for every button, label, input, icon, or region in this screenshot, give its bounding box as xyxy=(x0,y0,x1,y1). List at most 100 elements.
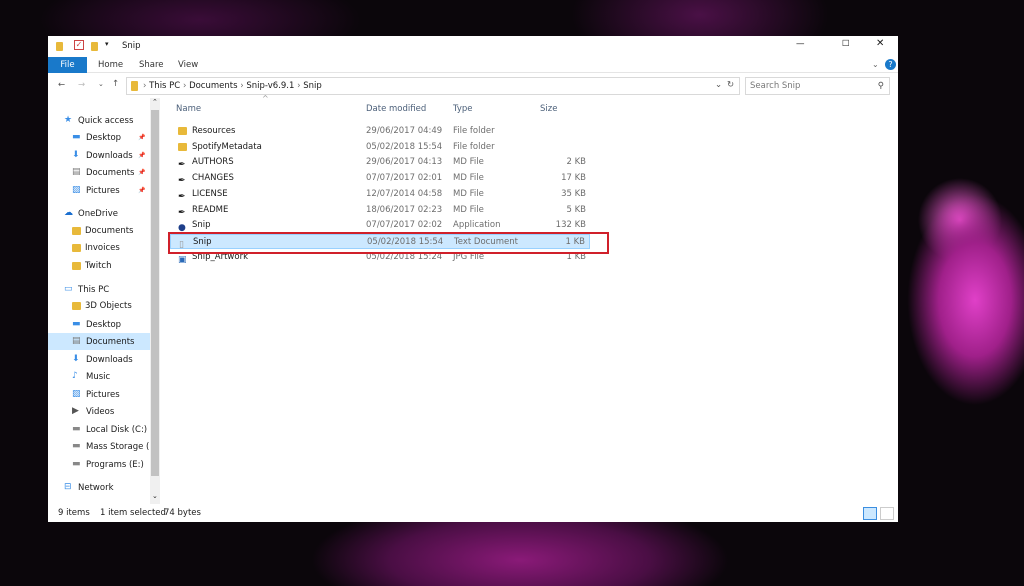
desktop-icon: ▬ xyxy=(72,132,81,142)
sidebar-item[interactable]: ▨ Pictures xyxy=(48,386,150,403)
sidebar-item[interactable]: ♪ Music xyxy=(48,368,150,385)
up-button[interactable]: ↑ xyxy=(112,79,119,89)
sidebar-item[interactable]: ▶ Videos xyxy=(48,403,150,420)
tab-home[interactable]: Home xyxy=(98,57,123,73)
new-folder-icon[interactable] xyxy=(91,42,98,51)
folder-icon xyxy=(72,243,81,252)
large-icons-view-button[interactable] xyxy=(880,507,894,520)
folder-icon xyxy=(72,226,81,235)
scroll-up-icon[interactable]: ⌃ xyxy=(152,98,158,106)
status-bar: 9 items 1 item selected 74 bytes xyxy=(48,505,898,522)
file-explorer-window: ✓ ▾ Snip — ☐ ✕ File Home Share View ⌄ ? … xyxy=(48,36,898,522)
close-button[interactable]: ✕ xyxy=(876,38,884,49)
scrollbar-thumb[interactable] xyxy=(151,110,159,476)
file-date: 07/07/2017 02:02 xyxy=(366,220,443,231)
file-row[interactable]: Resources 29/06/2017 04:49 File folder xyxy=(170,124,590,139)
videos-icon: ▶ xyxy=(72,406,79,416)
file-date: 12/07/2014 04:58 xyxy=(366,188,443,199)
properties-icon[interactable]: ✓ xyxy=(74,40,84,50)
file-size: 2 KB xyxy=(566,157,586,168)
file-row[interactable]: SpotifyMetadata 05/02/2018 15:54 File fold… xyxy=(170,140,590,155)
file-row[interactable]: ✒ README 18/06/2017 02:23 MD File 5 KB xyxy=(170,203,590,218)
address-dropdown-icon[interactable]: ⌄ xyxy=(715,80,722,90)
sidebar-item[interactable]: ▭ This PC xyxy=(48,281,150,298)
refresh-icon[interactable]: ↻ xyxy=(727,80,734,90)
sidebar-item[interactable]: Twitch xyxy=(48,258,150,275)
sidebar-item[interactable]: ⊟ Network xyxy=(48,479,150,496)
sidebar-item[interactable]: ▤ Documents xyxy=(48,333,150,350)
tab-file[interactable]: File xyxy=(48,57,87,73)
music-icon: ♪ xyxy=(72,371,78,381)
cloud-icon: ☁ xyxy=(64,208,73,218)
file-type: File folder xyxy=(453,141,495,152)
file-name: LICENSE xyxy=(192,188,228,199)
column-header-name[interactable]: Name xyxy=(176,104,201,114)
column-header-date-modified[interactable]: Date modified xyxy=(366,104,426,114)
file-row[interactable]: ✒ AUTHORS 29/06/2017 04:13 MD File 2 KB xyxy=(170,155,590,170)
sidebar-item[interactable]: ★ Quick access xyxy=(48,112,150,129)
help-icon[interactable]: ? xyxy=(885,59,896,70)
sidebar-item[interactable]: ▨ Pictures 📌 xyxy=(48,182,150,199)
sidebar-item-label: Twitch xyxy=(85,261,112,271)
quick-access-dropdown-icon[interactable]: ▾ xyxy=(105,40,109,48)
ribbon-tabs: File Home Share View ⌄ ? xyxy=(48,57,898,73)
sidebar-item[interactable]: ☁ OneDrive xyxy=(48,205,150,222)
breadcrumb-documents[interactable]: Documents xyxy=(189,81,237,91)
minimize-button[interactable]: — xyxy=(796,39,805,49)
sidebar-item-label: 3D Objects xyxy=(85,301,132,311)
sidebar-item-label: Network xyxy=(78,483,114,493)
file-row[interactable]: ✒ CHANGES 07/07/2017 02:01 MD File 17 KB xyxy=(170,171,590,186)
sidebar-item-label: Desktop xyxy=(86,320,122,330)
scroll-down-icon[interactable]: ⌄ xyxy=(152,492,158,500)
navigation-scrollbar[interactable]: ⌃ ⌄ xyxy=(150,98,160,504)
recent-locations-icon[interactable]: ⌄ xyxy=(98,80,104,88)
sidebar-item-label: Documents xyxy=(85,226,134,236)
file-row[interactable]: ✒ LICENSE 12/07/2014 04:58 MD File 35 KB xyxy=(170,187,590,202)
sidebar-item[interactable]: ▬ Mass Storage (D xyxy=(48,438,156,455)
pin-icon: 📌 xyxy=(138,187,146,194)
file-size: 17 KB xyxy=(561,173,586,184)
sidebar-item[interactable]: ⬇ Downloads 📌 xyxy=(48,147,150,164)
folder-icon xyxy=(72,301,81,310)
drive-icon: ▬ xyxy=(72,424,81,434)
sidebar-item[interactable]: ▬ Desktop xyxy=(48,316,150,333)
breadcrumb-this-pc[interactable]: This PC xyxy=(149,81,180,91)
address-bar[interactable]: › This PC › Documents › Snip-v6.9.1 › Sn… xyxy=(126,77,740,95)
column-header-size[interactable]: Size xyxy=(540,104,557,114)
back-button[interactable]: ← xyxy=(58,80,65,90)
computer-icon: ▭ xyxy=(64,284,73,294)
column-header-type[interactable]: Type xyxy=(453,104,473,114)
pictures-icon: ▨ xyxy=(72,185,81,195)
tab-share[interactable]: Share xyxy=(139,57,164,73)
sidebar-item-label: Videos xyxy=(86,407,115,417)
sidebar-item-label: Desktop xyxy=(86,133,122,143)
desktop-icon: ▬ xyxy=(72,319,81,329)
sidebar-item[interactable]: Invoices xyxy=(48,240,150,257)
expand-ribbon-icon[interactable]: ⌄ xyxy=(872,60,879,69)
file-size: 35 KB xyxy=(561,188,586,199)
sidebar-item-label: Invoices xyxy=(85,243,120,253)
sidebar-item[interactable]: ▬ Desktop 📌 xyxy=(48,129,150,146)
sidebar-item[interactable]: ▬ Local Disk (C:) xyxy=(48,421,150,438)
documents-icon: ▤ xyxy=(72,336,81,346)
sidebar-item[interactable]: ⬇ Downloads xyxy=(48,351,150,368)
window-title: Snip xyxy=(122,41,141,51)
breadcrumb-snip[interactable]: Snip xyxy=(303,81,322,91)
folder-icon xyxy=(178,142,187,151)
sidebar-item[interactable]: ▤ Documents 📌 xyxy=(48,164,150,181)
breadcrumb-snip-version[interactable]: Snip-v6.9.1 xyxy=(246,81,294,91)
details-view-button[interactable] xyxy=(863,507,877,520)
sidebar-item-label: Mass Storage (D xyxy=(86,442,156,452)
sidebar-item-label: Downloads xyxy=(86,355,133,365)
sidebar-item[interactable]: 3D Objects xyxy=(48,298,150,315)
image-file-icon: ▣ xyxy=(178,254,187,265)
sidebar-item[interactable]: Documents xyxy=(48,223,150,240)
search-input[interactable]: Search Snip ⚲ xyxy=(745,77,890,95)
tab-view[interactable]: View xyxy=(178,57,198,73)
maximize-button[interactable]: ☐ xyxy=(842,39,850,49)
sidebar-item-label: Programs (E:) xyxy=(86,460,144,470)
item-count: 9 items xyxy=(58,508,90,518)
sidebar-item[interactable]: ▬ Programs (E:) xyxy=(48,456,150,473)
forward-button[interactable]: → xyxy=(78,80,85,90)
file-row[interactable]: ● Snip 07/07/2017 02:02 Application 132 KB xyxy=(170,218,590,233)
